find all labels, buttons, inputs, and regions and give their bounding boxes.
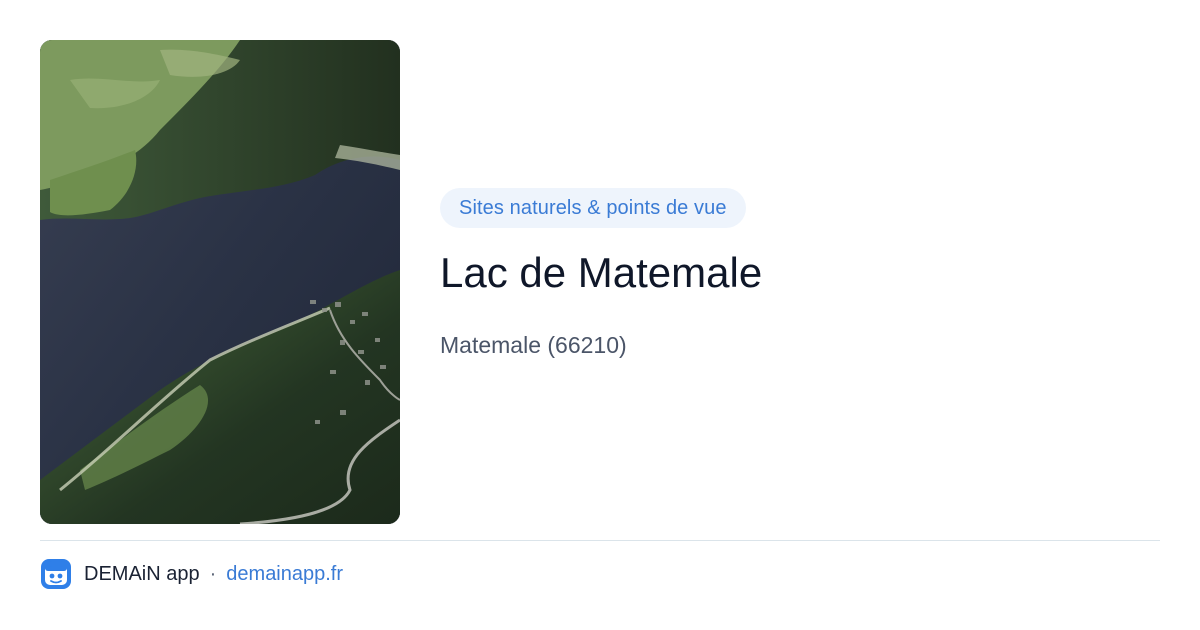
lake-aerial-photo (40, 40, 400, 524)
footer: DEMAiN app · demainapp.fr (40, 558, 343, 590)
place-title: Lac de Matemale (440, 249, 763, 296)
app-domain-link[interactable]: demainapp.fr (226, 563, 343, 586)
footer-divider (40, 540, 1160, 541)
footer-separator: · (209, 562, 217, 585)
share-card: Sites naturels & points de vue Lac de Ma… (0, 0, 1200, 630)
category-badge[interactable]: Sites naturels & points de vue (440, 188, 746, 228)
demain-app-logo-icon (41, 559, 71, 589)
lake-photo-illustration (40, 40, 400, 524)
place-location: Matemale (66210) (440, 332, 627, 358)
place-info: Sites naturels & points de vue Lac de Ma… (440, 188, 1160, 360)
app-name: DEMAiN app (84, 562, 200, 585)
